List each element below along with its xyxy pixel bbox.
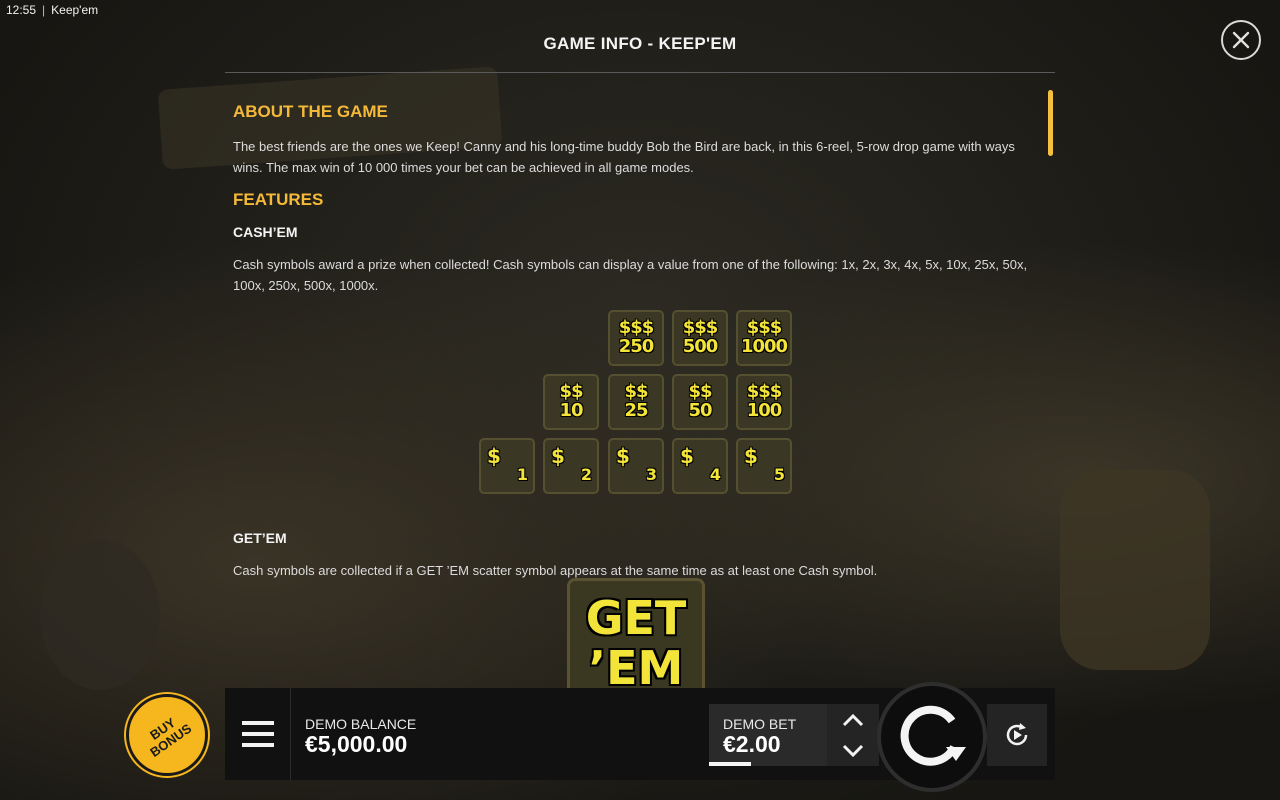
features-heading: FEATURES	[233, 190, 324, 209]
close-button[interactable]	[1221, 20, 1261, 60]
autoplay-button[interactable]	[987, 704, 1047, 766]
bet-level-bar	[709, 762, 827, 766]
bet-level-fill	[709, 762, 752, 766]
hamburger-menu-icon	[241, 721, 274, 747]
status-time: 12:55	[6, 3, 37, 17]
spin-icon	[900, 705, 966, 766]
about-heading: ABOUT THE GAME	[233, 102, 388, 121]
close-icon	[1232, 31, 1250, 49]
cash-symbol: $$$ 1000	[736, 310, 792, 366]
getem-symbol-line2: ’EM	[588, 641, 684, 688]
cash-symbol: $ 5	[736, 438, 792, 494]
background-canny-character	[1060, 470, 1210, 670]
cashem-text: Cash symbols award a prize when collecte…	[233, 257, 1028, 293]
getem-scatter-symbol: GET ’EM	[567, 578, 705, 688]
cash-symbol: $ 2	[543, 438, 599, 494]
buy-bonus-button[interactable]: BUY BONUS	[126, 694, 208, 776]
balance-label: DEMO BALANCE	[305, 716, 417, 732]
cash-symbol: $$ 25	[608, 374, 664, 430]
title-divider	[225, 72, 1055, 73]
menu-button[interactable]	[225, 688, 291, 780]
cash-symbol: $ 1	[479, 438, 535, 494]
content-scrollbar[interactable]	[1048, 90, 1053, 688]
cash-symbol: $$ 10	[543, 374, 599, 430]
game-info-content[interactable]: ABOUT THE GAME The best friends are the …	[233, 90, 1033, 688]
spin-button[interactable]	[877, 682, 987, 792]
status-app-name: Keep'em	[51, 3, 99, 17]
bet-label: DEMO BET	[723, 716, 797, 732]
background-bird-character	[40, 540, 160, 690]
balance-value: €5,000.00	[305, 731, 408, 757]
cashem-heading: CASH’EM	[233, 224, 298, 240]
page-title: GAME INFO - KEEP'EM	[543, 34, 737, 53]
cash-symbol: $$ 50	[672, 374, 728, 430]
scrollbar-thumb[interactable]	[1048, 90, 1053, 156]
status-bar: 12:55 | Keep'em	[6, 3, 98, 17]
cash-symbols-grid: $$$ 250 $$$ 500 $$$ 1000 $$ 10 $$ 25 $$ …	[233, 310, 1033, 518]
cash-symbol: $$$ 500	[672, 310, 728, 366]
chevron-up-icon[interactable]	[842, 713, 864, 727]
getem-heading: GET’EM	[233, 530, 287, 546]
cash-symbol: $$$ 250	[608, 310, 664, 366]
cash-symbol: $$$ 100	[736, 374, 792, 430]
chevron-down-icon[interactable]	[842, 744, 864, 758]
autoplay-icon	[1006, 723, 1028, 746]
status-separator: |	[42, 3, 46, 17]
bet-value: €2.00	[723, 731, 781, 757]
cash-symbol: $ 3	[608, 438, 664, 494]
cash-symbol: $ 4	[672, 438, 728, 494]
getem-symbol-line1: GET	[585, 591, 687, 645]
about-text: The best friends are the ones we Keep! C…	[233, 139, 1015, 175]
buy-bonus-label: BUY BONUS	[147, 714, 195, 760]
bet-stepper[interactable]	[827, 704, 879, 766]
